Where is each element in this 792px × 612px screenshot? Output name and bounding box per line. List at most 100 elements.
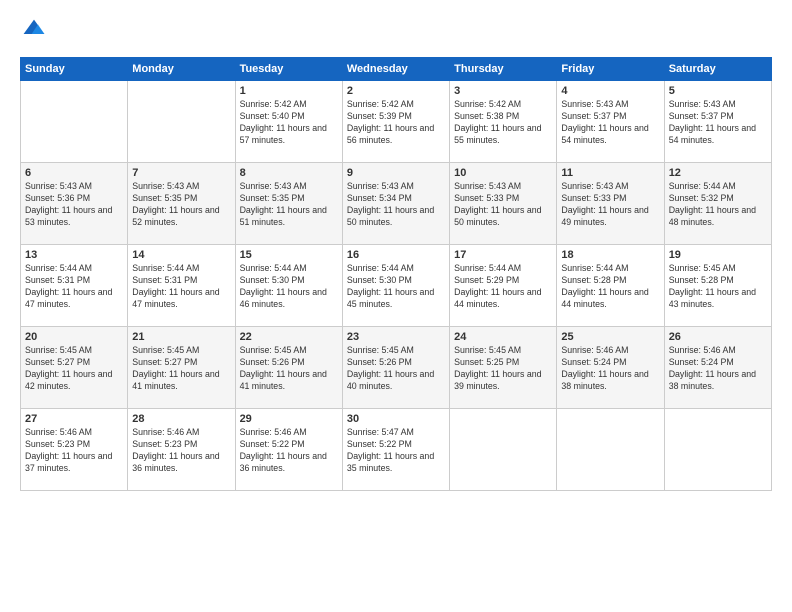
cell-info: Sunrise: 5:42 AM Sunset: 5:40 PM Dayligh…	[240, 99, 338, 147]
calendar-cell: 22Sunrise: 5:45 AM Sunset: 5:26 PM Dayli…	[235, 327, 342, 409]
calendar-cell: 17 Sunrise: 5:44 AM Sunset: 5:29 PM Dayli…	[450, 245, 557, 327]
calendar-cell: 30Sunrise: 5:47 AM Sunset: 5:22 PM Dayli…	[342, 409, 449, 491]
calendar-cell: 19Sunrise: 5:45 AM Sunset: 5:28 PM Dayli…	[664, 245, 771, 327]
calendar-cell: 10 Sunrise: 5:43 AM Sunset: 5:33 PM Dayli…	[450, 163, 557, 245]
day-header-friday: Friday	[557, 58, 664, 81]
cell-info: Sunrise: 5:46 AM Sunset: 5:24 PM Dayligh…	[669, 345, 767, 393]
cell-info: Sunrise: 5:43 AM Sunset: 5:33 PM Dayligh…	[561, 181, 659, 229]
cell-info: Sunrise: 5:44 AM Sunset: 5:31 PM Dayligh…	[132, 263, 230, 311]
cell-info: Sunrise: 5:44 AM Sunset: 5:30 PM Dayligh…	[347, 263, 445, 311]
cell-info: Sunrise: 5:44 AM Sunset: 5:30 PM Dayligh…	[240, 263, 338, 311]
day-header-thursday: Thursday	[450, 58, 557, 81]
header	[20, 18, 772, 47]
cell-info: Sunrise: 5:44 AM Sunset: 5:28 PM Dayligh…	[561, 263, 659, 311]
calendar-cell: 14 Sunrise: 5:44 AM Sunset: 5:31 PM Dayli…	[128, 245, 235, 327]
calendar-cell	[450, 409, 557, 491]
calendar: SundayMondayTuesdayWednesdayThursdayFrid…	[20, 57, 772, 491]
cell-info: Sunrise: 5:45 AM Sunset: 5:27 PM Dayligh…	[25, 345, 123, 393]
day-number: 14	[132, 249, 230, 261]
calendar-cell	[21, 81, 128, 163]
calendar-cell: 25 Sunrise: 5:46 AM Sunset: 5:24 PM Dayli…	[557, 327, 664, 409]
cell-info: Sunrise: 5:46 AM Sunset: 5:23 PM Dayligh…	[132, 427, 230, 475]
cell-info: Sunrise: 5:46 AM Sunset: 5:23 PM Dayligh…	[25, 427, 123, 475]
cell-info: Sunrise: 5:43 AM Sunset: 5:36 PM Dayligh…	[25, 181, 123, 229]
calendar-cell: 16 Sunrise: 5:44 AM Sunset: 5:30 PM Dayli…	[342, 245, 449, 327]
cell-info: Sunrise: 5:43 AM Sunset: 5:35 PM Dayligh…	[132, 181, 230, 229]
cell-info: Sunrise: 5:45 AM Sunset: 5:27 PM Dayligh…	[132, 345, 230, 393]
cell-info: Sunrise: 5:46 AM Sunset: 5:22 PM Dayligh…	[240, 427, 338, 475]
day-number: 29	[240, 413, 338, 425]
day-number: 28	[132, 413, 230, 425]
calendar-cell: 21 Sunrise: 5:45 AM Sunset: 5:27 PM Dayli…	[128, 327, 235, 409]
day-number: 9	[347, 167, 445, 179]
day-header-tuesday: Tuesday	[235, 58, 342, 81]
calendar-cell: 24 Sunrise: 5:45 AM Sunset: 5:25 PM Dayli…	[450, 327, 557, 409]
cell-info: Sunrise: 5:47 AM Sunset: 5:22 PM Dayligh…	[347, 427, 445, 475]
cell-info: Sunrise: 5:44 AM Sunset: 5:32 PM Dayligh…	[669, 181, 767, 229]
day-number: 7	[132, 167, 230, 179]
calendar-cell: 6Sunrise: 5:43 AM Sunset: 5:36 PM Daylig…	[21, 163, 128, 245]
cell-info: Sunrise: 5:45 AM Sunset: 5:26 PM Dayligh…	[347, 345, 445, 393]
cell-info: Sunrise: 5:42 AM Sunset: 5:38 PM Dayligh…	[454, 99, 552, 147]
day-number: 25	[561, 331, 659, 343]
calendar-cell: 5 Sunrise: 5:43 AM Sunset: 5:37 PM Daylig…	[664, 81, 771, 163]
calendar-cell: 9 Sunrise: 5:43 AM Sunset: 5:34 PM Daylig…	[342, 163, 449, 245]
day-number: 3	[454, 85, 552, 97]
calendar-cell: 23 Sunrise: 5:45 AM Sunset: 5:26 PM Dayli…	[342, 327, 449, 409]
page: SundayMondayTuesdayWednesdayThursdayFrid…	[0, 0, 792, 612]
day-header-monday: Monday	[128, 58, 235, 81]
calendar-week-1: 1 Sunrise: 5:42 AM Sunset: 5:40 PM Daylig…	[21, 81, 772, 163]
calendar-cell: 12 Sunrise: 5:44 AM Sunset: 5:32 PM Dayli…	[664, 163, 771, 245]
cell-info: Sunrise: 5:46 AM Sunset: 5:24 PM Dayligh…	[561, 345, 659, 393]
day-number: 8	[240, 167, 338, 179]
calendar-cell: 13 Sunrise: 5:44 AM Sunset: 5:31 PM Dayli…	[21, 245, 128, 327]
cell-info: Sunrise: 5:43 AM Sunset: 5:34 PM Dayligh…	[347, 181, 445, 229]
calendar-header-row: SundayMondayTuesdayWednesdayThursdayFrid…	[21, 58, 772, 81]
calendar-cell: 18 Sunrise: 5:44 AM Sunset: 5:28 PM Dayli…	[557, 245, 664, 327]
calendar-cell	[128, 81, 235, 163]
cell-info: Sunrise: 5:45 AM Sunset: 5:28 PM Dayligh…	[669, 263, 767, 311]
day-number: 5	[669, 85, 767, 97]
calendar-cell: 3 Sunrise: 5:42 AM Sunset: 5:38 PM Daylig…	[450, 81, 557, 163]
cell-info: Sunrise: 5:43 AM Sunset: 5:35 PM Dayligh…	[240, 181, 338, 229]
day-header-sunday: Sunday	[21, 58, 128, 81]
calendar-week-2: 6Sunrise: 5:43 AM Sunset: 5:36 PM Daylig…	[21, 163, 772, 245]
calendar-cell: 26 Sunrise: 5:46 AM Sunset: 5:24 PM Dayli…	[664, 327, 771, 409]
day-number: 22	[240, 331, 338, 343]
day-number: 26	[669, 331, 767, 343]
cell-info: Sunrise: 5:43 AM Sunset: 5:33 PM Dayligh…	[454, 181, 552, 229]
calendar-cell: 7 Sunrise: 5:43 AM Sunset: 5:35 PM Daylig…	[128, 163, 235, 245]
calendar-week-5: 27 Sunrise: 5:46 AM Sunset: 5:23 PM Dayli…	[21, 409, 772, 491]
day-number: 27	[25, 413, 123, 425]
cell-info: Sunrise: 5:43 AM Sunset: 5:37 PM Dayligh…	[669, 99, 767, 147]
day-number: 20	[25, 331, 123, 343]
logo-icon	[22, 18, 46, 42]
calendar-cell: 4 Sunrise: 5:43 AM Sunset: 5:37 PM Daylig…	[557, 81, 664, 163]
cell-info: Sunrise: 5:44 AM Sunset: 5:31 PM Dayligh…	[25, 263, 123, 311]
cell-info: Sunrise: 5:43 AM Sunset: 5:37 PM Dayligh…	[561, 99, 659, 147]
calendar-cell: 28 Sunrise: 5:46 AM Sunset: 5:23 PM Dayli…	[128, 409, 235, 491]
day-header-wednesday: Wednesday	[342, 58, 449, 81]
day-number: 15	[240, 249, 338, 261]
day-number: 21	[132, 331, 230, 343]
calendar-cell: 2Sunrise: 5:42 AM Sunset: 5:39 PM Daylig…	[342, 81, 449, 163]
calendar-cell: 29 Sunrise: 5:46 AM Sunset: 5:22 PM Dayli…	[235, 409, 342, 491]
calendar-week-4: 20 Sunrise: 5:45 AM Sunset: 5:27 PM Dayli…	[21, 327, 772, 409]
day-number: 10	[454, 167, 552, 179]
logo	[20, 18, 46, 47]
day-number: 1	[240, 85, 338, 97]
day-number: 18	[561, 249, 659, 261]
day-number: 17	[454, 249, 552, 261]
day-number: 16	[347, 249, 445, 261]
calendar-cell	[664, 409, 771, 491]
calendar-cell	[557, 409, 664, 491]
day-header-saturday: Saturday	[664, 58, 771, 81]
cell-info: Sunrise: 5:45 AM Sunset: 5:25 PM Dayligh…	[454, 345, 552, 393]
day-number: 13	[25, 249, 123, 261]
cell-info: Sunrise: 5:44 AM Sunset: 5:29 PM Dayligh…	[454, 263, 552, 311]
day-number: 24	[454, 331, 552, 343]
calendar-cell: 8 Sunrise: 5:43 AM Sunset: 5:35 PM Daylig…	[235, 163, 342, 245]
day-number: 4	[561, 85, 659, 97]
day-number: 23	[347, 331, 445, 343]
day-number: 12	[669, 167, 767, 179]
